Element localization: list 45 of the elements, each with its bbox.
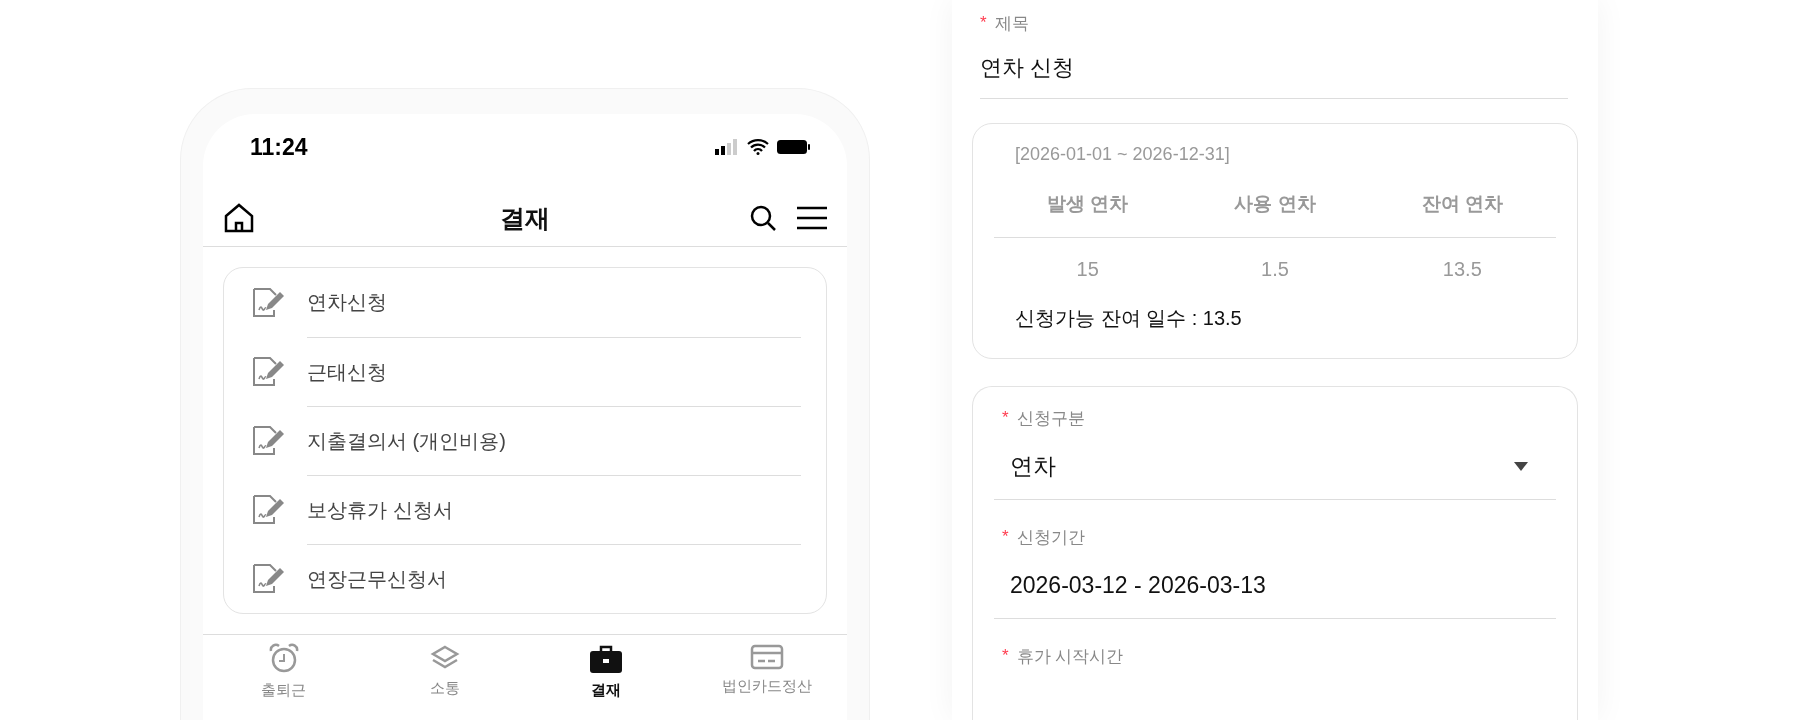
menu-item[interactable]: 근태신청 [307,358,387,386]
select-field[interactable]: 연차 [994,433,1556,500]
menu-icon[interactable] [797,206,827,230]
field-label: 제목 [994,12,1029,35]
menu-item[interactable]: 연장근무신청서 [307,565,447,593]
column-header: 사용 연차 [1234,192,1316,216]
briefcase-icon [588,643,623,675]
nav-tab[interactable]: 결재 [525,635,686,700]
date-range-field[interactable]: 2026-03-12 - 2026-03-13 [994,552,1556,619]
field-label: 신청기간 [1016,526,1085,549]
dropdown-caret-icon [1514,461,1528,471]
status-time: 11:24 [250,133,308,161]
signal-icon [715,139,739,155]
menu-item[interactable]: 지출결의서 (개인비용) [307,427,506,455]
required-mark: * [1002,527,1009,547]
menu-item[interactable]: 연차신청 [307,289,387,316]
table-cell: 15 [1076,257,1099,281]
table-cell: 13.5 [1442,257,1482,281]
field-label: 휴가 시작시간 [1016,645,1124,668]
required-mark: * [980,13,987,33]
nav-tab[interactable]: 법인카드정산 [686,635,847,700]
battery-icon [777,139,811,155]
alarm-clock-icon [267,643,300,675]
home-icon[interactable] [223,203,255,233]
search-icon[interactable] [749,204,777,232]
required-mark: * [1002,408,1009,428]
document-edit-icon [251,354,287,389]
column-header: 잔여 연차 [1421,192,1503,216]
document-edit-icon [251,423,287,458]
period-text: [2026-01-01 ~ 2026-12-31] [1014,143,1231,165]
field-label: 신청구분 [1016,407,1085,430]
document-edit-icon [251,285,287,320]
menu-item[interactable]: 보상휴가 신청서 [307,496,453,524]
document-edit-icon [251,561,287,596]
title-field[interactable]: 연차 신청 [980,38,1568,99]
wifi-icon [747,139,769,155]
header-title: 결재 [500,202,550,234]
nav-tab[interactable]: 출퇴근 [203,635,364,700]
document-edit-icon [251,492,287,527]
table-cell: 1.5 [1261,257,1289,281]
available-days-text: 신청가능 잔여 일수 : 13.5 [1014,305,1243,331]
required-mark: * [1002,646,1009,666]
credit-card-icon [749,643,784,671]
nav-tab[interactable]: 소통 [364,635,525,700]
column-header: 발생 연차 [1047,192,1129,216]
